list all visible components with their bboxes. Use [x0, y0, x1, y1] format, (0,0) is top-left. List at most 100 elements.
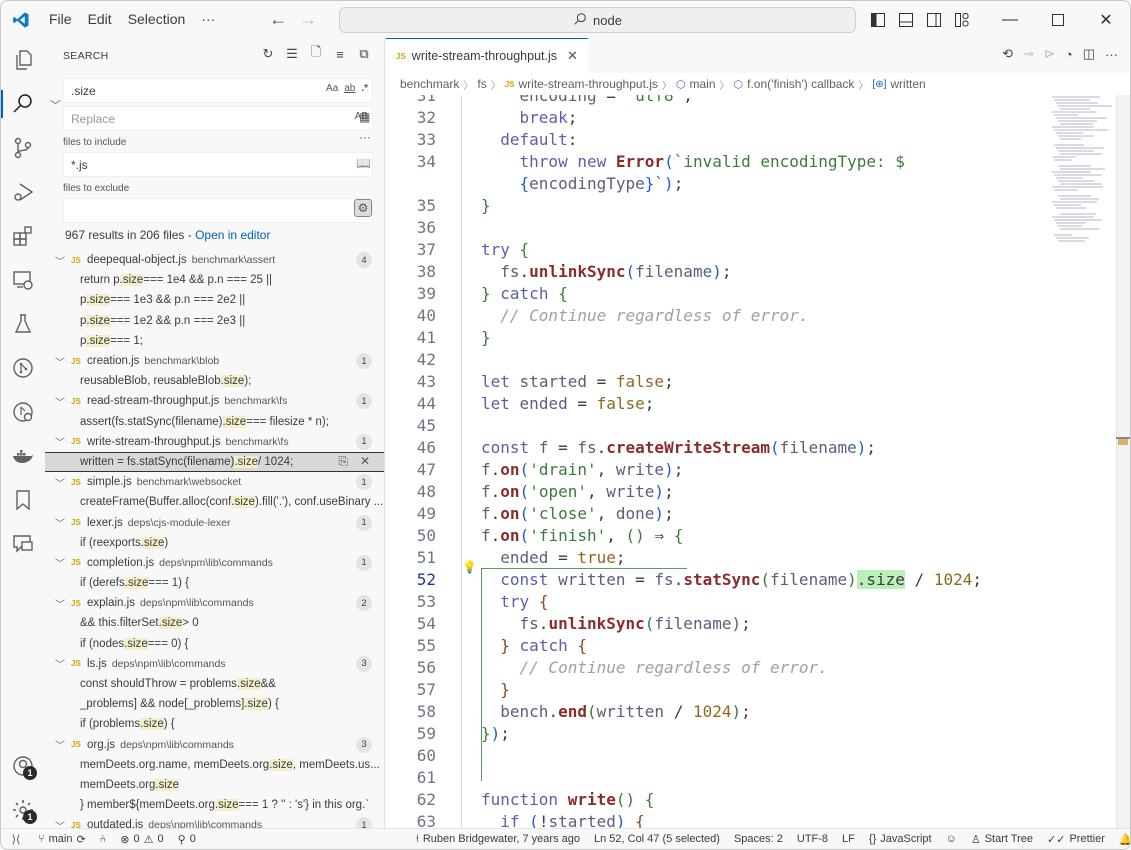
files-to-exclude-input[interactable] — [63, 198, 373, 223]
code-line[interactable]: let started = false; — [481, 371, 1040, 393]
cursor-position[interactable]: Ln 52, Col 47 (5 selected) — [587, 833, 727, 845]
code-line[interactable] — [481, 349, 1040, 371]
search-open-editors-icon[interactable]: 📖 — [356, 156, 371, 170]
code-line[interactable]: f.on('finish', () ⇒ { — [481, 525, 1040, 547]
git-prev-icon[interactable]: ⊸ — [1023, 46, 1034, 62]
replace-all-icon[interactable]: ▦ — [359, 110, 370, 124]
activity-accounts[interactable]: 1 — [1, 744, 45, 788]
code-line[interactable] — [481, 767, 1040, 789]
collapse-all-icon[interactable]: ⧉ — [356, 46, 372, 62]
code-line[interactable]: let ended = false; — [481, 393, 1040, 415]
code-line[interactable]: {encodingType}`); — [481, 173, 1040, 195]
code-line[interactable]: f.on('drain', write); — [481, 459, 1040, 481]
menu-more[interactable]: ··· — [193, 1, 223, 38]
activity-manage[interactable]: 1 — [1, 788, 45, 832]
toggle-panel-icon[interactable] — [895, 9, 917, 31]
breadcrumb-main[interactable]: main — [690, 77, 716, 91]
menu-file[interactable]: File — [41, 1, 80, 38]
vertical-scrollbar[interactable] — [1116, 95, 1130, 828]
split-editor-icon[interactable]: ◫ — [1083, 46, 1095, 62]
code-line[interactable] — [481, 217, 1040, 239]
code-line[interactable] — [481, 745, 1040, 767]
code-line[interactable] — [481, 415, 1040, 437]
breadcrumb-fs[interactable]: fs — [477, 77, 486, 91]
close-tab-icon[interactable]: ✕ — [567, 48, 578, 64]
view-as-tree-icon[interactable]: ≡ — [332, 46, 348, 62]
breadcrumb-written[interactable]: written — [890, 77, 925, 91]
result-match-row[interactable]: if (reexports .size) — [45, 533, 384, 553]
toggle-secondary-sidebar-icon[interactable] — [923, 9, 945, 31]
result-match-row[interactable]: } member${memDeets.org .size === 1 ? '' :… — [45, 795, 384, 815]
activity-remote-explorer[interactable] — [1, 258, 45, 302]
result-file-row[interactable]: ﹀ JS creation.js benchmark\blob 1 — [45, 351, 384, 371]
search-input[interactable]: .size Aa ab .* — [63, 78, 373, 103]
result-file-row[interactable]: ﹀ JS explain.js deps\npm\lib\commands 2 — [45, 593, 384, 613]
code-line[interactable]: // Continue regardless of error. — [481, 305, 1040, 327]
end-of-line[interactable]: LF — [835, 833, 862, 845]
branch-indicator[interactable]: ⑂ main ⟳ — [31, 833, 93, 846]
chevron-down-icon[interactable]: ﹀ — [55, 818, 69, 828]
code-line[interactable]: break; — [481, 107, 1040, 129]
chevron-down-icon[interactable]: ﹀ — [55, 253, 69, 268]
breadcrumb-file[interactable]: write-stream-throughput.js — [519, 77, 658, 91]
code-line[interactable]: ended = true; — [481, 547, 1040, 569]
code-line[interactable]: } — [481, 195, 1040, 217]
new-search-editor-icon[interactable]: 🗋 — [308, 44, 324, 62]
refresh-icon[interactable]: ↻ — [260, 46, 276, 62]
code-editor[interactable]: 31 32 33 34 35 36 37 38 39 40 41 42 43 44 45 46 47 48 49 50… — [386, 95, 1130, 828]
open-in-editor-link[interactable]: Open in editor — [195, 228, 270, 242]
activity-testing[interactable] — [1, 302, 45, 346]
copilot-icon[interactable]: ☺ — [939, 833, 964, 845]
result-match-row[interactable]: if (problems .size) { — [45, 714, 384, 734]
result-match-row[interactable]: if (nodes .size === 0) { — [45, 634, 384, 654]
more-actions-icon[interactable]: ··· — [1105, 47, 1118, 62]
result-file-row[interactable]: ﹀ JS outdated.js deps\npm\lib\commands 1 — [45, 815, 384, 828]
code-line[interactable]: encoding = 'utf8'; — [481, 95, 1040, 107]
close-icon[interactable]: ✕ — [1082, 1, 1130, 38]
notifications-bell-icon[interactable]: 🔔 — [1112, 833, 1130, 846]
result-match-row[interactable]: memDeets.org .size — [45, 775, 384, 795]
result-file-row[interactable]: ﹀ JS ls.js deps\npm\lib\commands 3 — [45, 654, 384, 674]
chevron-down-icon[interactable]: ﹀ — [55, 737, 69, 752]
git-blame[interactable]: ⍿ Ruben Bridgewater, 7 years ago — [409, 833, 587, 846]
code-line[interactable]: if (!started) { — [481, 811, 1040, 828]
chevron-down-icon[interactable]: ﹀ — [55, 555, 69, 570]
result-file-row[interactable]: ﹀ JS completion.js deps\npm\lib\commands 1 — [45, 553, 384, 573]
replace-input[interactable]: Replace AB — [63, 106, 373, 131]
git-previous-change-icon[interactable]: ⟲ — [1002, 46, 1013, 62]
result-match-row[interactable]: _problems] && node[_problems] .size) { — [45, 694, 384, 714]
chevron-down-icon[interactable]: ﹀ — [55, 596, 69, 611]
dismiss-icon[interactable]: ✕ — [360, 454, 370, 469]
customize-layout-icon[interactable] — [951, 9, 973, 31]
activity-github-pr[interactable] — [1, 346, 45, 390]
code-line[interactable]: } catch { — [481, 283, 1040, 305]
result-match-row[interactable]: if (derefs .size === 1) { — [45, 573, 384, 593]
code-line[interactable]: } — [481, 679, 1040, 701]
toggle-search-details-icon[interactable]: ··· — [359, 130, 371, 144]
menu-selection[interactable]: Selection — [120, 1, 194, 38]
chevron-down-icon[interactable]: ﹀ — [55, 434, 69, 449]
sync-icon[interactable]: ⟳ — [76, 833, 85, 846]
language-mode[interactable]: {} JavaScript — [862, 833, 939, 845]
result-match-row[interactable]: return p .size === 1e4 && p.n === 25 || — [45, 270, 384, 290]
result-file-row[interactable]: ﹀ JS org.js deps\npm\lib\commands 3 — [45, 735, 384, 755]
code-line[interactable]: }); — [481, 723, 1040, 745]
chevron-down-icon[interactable]: ﹀ — [55, 656, 69, 671]
activity-bookmarks[interactable] — [1, 478, 45, 522]
back-arrow-icon[interactable]: ← — [263, 9, 293, 30]
code-line[interactable]: function write() { — [481, 789, 1040, 811]
code-line[interactable]: } catch { — [481, 635, 1040, 657]
result-match-row[interactable]: p .size === 1e2 && p.n === 2e3 || — [45, 311, 384, 331]
result-match-row[interactable]: assert(fs.statSync(filename) .size === fi… — [45, 412, 384, 432]
result-match-row[interactable]: memDeets.org.name, memDeets.org .size, me… — [45, 755, 384, 775]
toggle-replace-chevron-icon[interactable]: ﹀ — [50, 97, 61, 113]
activity-search[interactable] — [1, 82, 45, 126]
activity-docker[interactable] — [1, 434, 45, 478]
result-file-row[interactable]: ﹀ JS deepequal-object.js benchmark\assert 4 — [45, 250, 384, 270]
tab-write-stream-throughput[interactable]: JS write-stream-throughput.js ✕ — [386, 38, 588, 73]
code-line[interactable]: try { — [481, 591, 1040, 613]
open-changes-icon[interactable]: ◔ — [1065, 47, 1073, 62]
code-line[interactable]: f.on('close', done); — [481, 503, 1040, 525]
activity-run-debug[interactable] — [1, 170, 45, 214]
prettier[interactable]: ✓✓ Prettier — [1040, 833, 1112, 846]
